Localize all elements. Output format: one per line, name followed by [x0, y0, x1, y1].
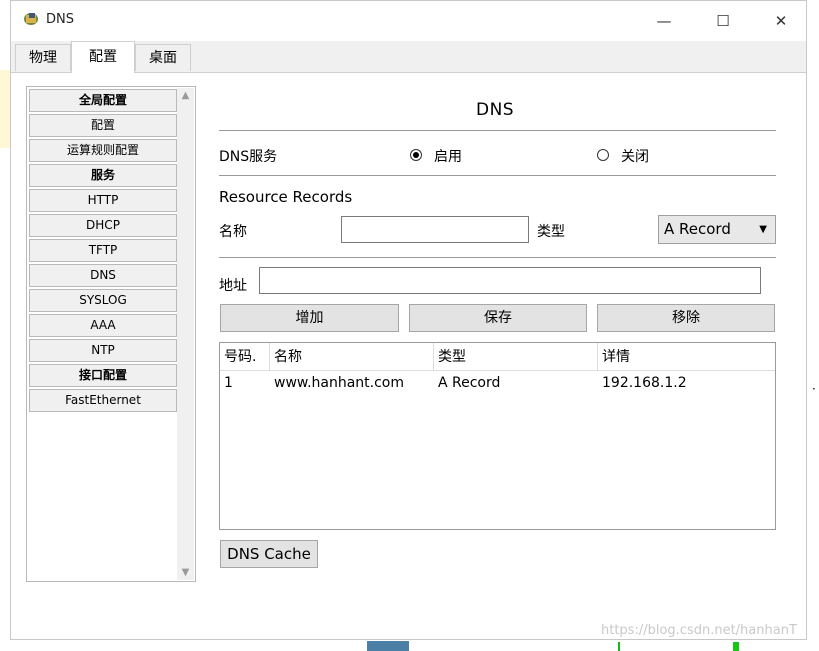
close-button[interactable]: ✕ — [769, 9, 793, 33]
config-sidebar: 全局配置 配置 运算规则配置 服务 HTTP DHCP TFTP DNS SYSLOG AAA NT… — [26, 86, 196, 582]
background-workspace — [0, 640, 819, 651]
type-label: 类型 — [537, 224, 565, 240]
address-input[interactable] — [259, 267, 761, 294]
background-dots: · — [812, 382, 816, 396]
sidebar-item-8[interactable]: SYSLOG — [29, 289, 177, 312]
background-device — [367, 641, 409, 651]
title-bar[interactable]: DNS — ☐ ✕ — [11, 1, 806, 41]
column-header-number[interactable]: 号码. — [220, 343, 270, 371]
scroll-down-icon[interactable]: ▼ — [177, 567, 194, 578]
radio-on-label[interactable]: 启用 — [434, 146, 462, 166]
cell-name: www.hanhant.com — [274, 375, 405, 391]
window-title: DNS — [46, 12, 74, 27]
radio-selected-icon — [413, 152, 419, 158]
radio-off[interactable] — [597, 149, 609, 161]
cell-number: 1 — [224, 375, 233, 391]
sidebar-item-2[interactable]: 运算规则配置 — [29, 139, 177, 162]
chevron-down-icon: ▼ — [759, 224, 767, 235]
maximize-button[interactable]: ☐ — [711, 9, 735, 33]
cell-type: A Record — [438, 375, 501, 391]
tab-bar: 物理 配置 桌面 — [11, 41, 806, 73]
sidebar-item-0[interactable]: 全局配置 — [29, 89, 177, 112]
tab-config[interactable]: 配置 — [71, 41, 135, 73]
sidebar-item-6[interactable]: TFTP — [29, 239, 177, 262]
divider — [219, 130, 776, 131]
resource-records-label: Resource Records — [219, 188, 353, 206]
sidebar-item-12[interactable]: FastEthernet — [29, 389, 177, 412]
sidebar-item-9[interactable]: AAA — [29, 314, 177, 337]
table-header: 号码. 名称 类型 详情 — [220, 343, 775, 371]
add-button[interactable]: 增加 — [220, 304, 399, 332]
sidebar-scrollbar[interactable]: ▲ ▼ — [177, 88, 194, 580]
column-header-detail[interactable]: 详情 — [598, 343, 775, 371]
sidebar-item-7[interactable]: DNS — [29, 264, 177, 287]
sidebar-list: 全局配置 配置 运算规则配置 服务 HTTP DHCP TFTP DNS SYSLOG AAA NT… — [29, 89, 177, 414]
divider — [219, 257, 776, 258]
radio-off-label[interactable]: 关闭 — [621, 146, 649, 166]
tab-desktop[interactable]: 桌面 — [135, 44, 191, 71]
name-input[interactable] — [341, 216, 529, 243]
name-label: 名称 — [219, 224, 247, 240]
sidebar-item-4[interactable]: HTTP — [29, 189, 177, 212]
sidebar-item-5[interactable]: DHCP — [29, 214, 177, 237]
save-button[interactable]: 保存 — [409, 304, 587, 332]
minimize-button[interactable]: — — [652, 9, 676, 33]
sidebar-item-1[interactable]: 配置 — [29, 114, 177, 137]
watermark: https://blog.csdn.net/hanhanT — [601, 623, 797, 638]
remove-button[interactable]: 移除 — [597, 304, 775, 332]
address-label: 地址 — [219, 278, 247, 294]
sidebar-item-3[interactable]: 服务 — [29, 164, 177, 187]
records-table: 号码. 名称 类型 详情 1 www.hanhant.com A Record … — [219, 342, 776, 530]
type-select[interactable]: A Record ▼ — [658, 215, 776, 244]
radio-on[interactable] — [410, 149, 422, 161]
sidebar-item-11[interactable]: 接口配置 — [29, 364, 177, 387]
dns-cache-button[interactable]: DNS Cache — [220, 540, 318, 568]
divider — [219, 175, 776, 176]
sidebar-item-10[interactable]: NTP — [29, 339, 177, 362]
scroll-up-icon[interactable]: ▲ — [177, 90, 194, 101]
cell-detail: 192.168.1.2 — [602, 375, 687, 391]
server-icon — [24, 13, 38, 25]
background-link-2 — [733, 642, 739, 651]
tab-physical[interactable]: 物理 — [15, 44, 71, 71]
dns-service-label: DNS服务 — [219, 149, 278, 165]
background-link — [618, 642, 628, 651]
page-title: DNS — [476, 100, 515, 120]
column-header-type[interactable]: 类型 — [434, 343, 598, 371]
column-header-name[interactable]: 名称 — [270, 343, 434, 371]
type-select-value: A Record — [664, 220, 731, 238]
